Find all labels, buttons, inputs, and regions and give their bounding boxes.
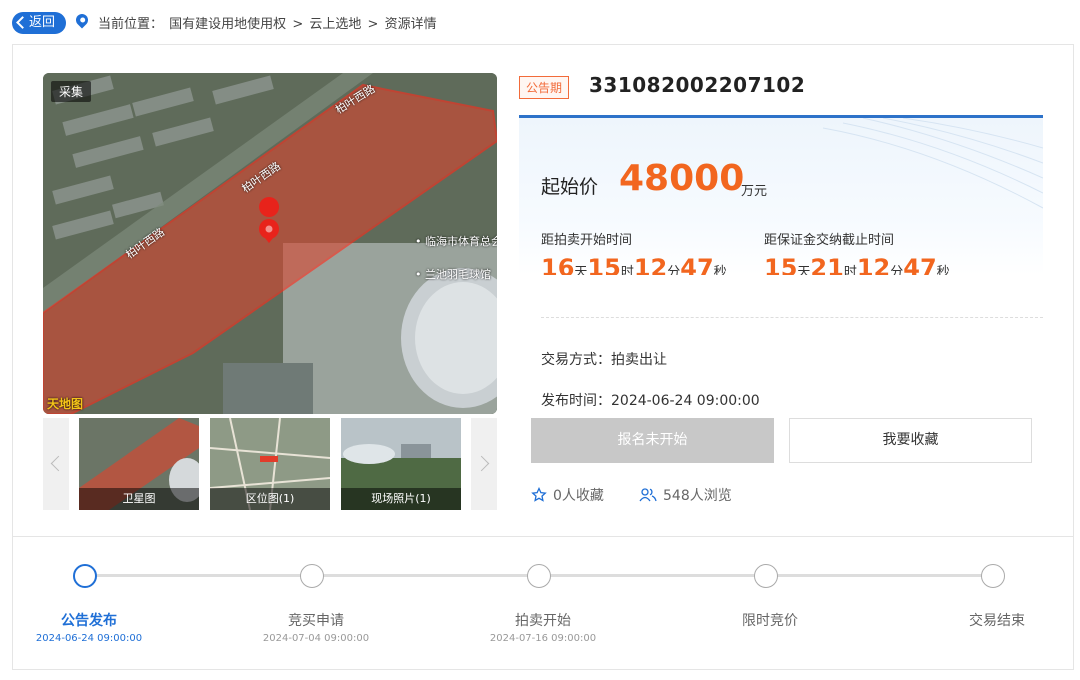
thumbnail-site-photo[interactable]: 现场照片(1) (341, 418, 461, 510)
chevron-right-icon (473, 455, 490, 472)
timeline-step-name: 拍卖开始 (515, 613, 571, 629)
auction-countdown: 16天15时12分47秒 (541, 254, 727, 275)
back-label: 返回 (28, 15, 55, 30)
breadcrumb-item-land-rights[interactable]: 国有建设用地使用权 (169, 17, 286, 32)
timeline-step-name: 限时竞价 (742, 613, 798, 629)
back-button[interactable]: 返回 (12, 12, 66, 34)
register-button[interactable]: 报名未开始 (531, 418, 774, 463)
breadcrumb-separator: > (292, 17, 304, 32)
start-price-label: 起始价 (541, 176, 599, 198)
breadcrumb-bar: 返回 当前位置： 国有建设用地使用权 > 云上选地 > 资源详情 (0, 0, 1080, 44)
timeline-step-name: 公告发布 (61, 613, 117, 629)
progress-timeline: 公告发布 2024-06-24 09:00:00 竞买申请 2024-07-04… (12, 536, 1074, 670)
location-pin-icon (73, 11, 91, 29)
breadcrumb-item-detail: 资源详情 (384, 17, 437, 32)
status-badge: 公告期 (519, 76, 570, 99)
thumbnail-prev-button[interactable] (43, 418, 69, 510)
breadcrumb-separator: > (367, 17, 379, 32)
publish-time: 发布时间：2024-06-24 09:00:00 (541, 393, 760, 409)
timeline-step-dot (981, 564, 1005, 588)
chevron-left-icon (16, 16, 29, 29)
timeline-step-name: 竞买申请 (288, 613, 344, 629)
satellite-map[interactable]: 采集 柏叶西路 柏叶西路 柏叶西路 • 临海市体育总会 • 兰池羽毛球馆 天地图 (43, 73, 497, 414)
views-count-text: 548人浏览 (663, 488, 732, 504)
favorites-count-text: 0人收藏 (553, 488, 604, 504)
timeline-step-name: 交易结束 (969, 613, 1025, 629)
breadcrumb: 当前位置： 国有建设用地使用权 > 云上选地 > 资源详情 (98, 13, 439, 32)
deposit-countdown: 15天21时12分47秒 (764, 254, 950, 275)
breadcrumb-item-cloud-site[interactable]: 云上选地 (309, 17, 361, 32)
deposit-countdown-label: 距保证金交纳截止时间 (764, 233, 895, 248)
breadcrumb-prefix: 当前位置： (98, 17, 164, 32)
map-capture-tag: 采集 (51, 81, 92, 102)
timeline-step-dot (73, 564, 97, 588)
map-poi-label: • 兰池羽毛球馆 (415, 268, 491, 281)
resource-detail-card: 采集 柏叶西路 柏叶西路 柏叶西路 • 临海市体育总会 • 兰池羽毛球馆 天地图… (12, 44, 1074, 536)
timeline-step-dot (527, 564, 551, 588)
timeline-step-date: 2024-07-04 09:00:00 (262, 633, 370, 644)
thumbnail-location[interactable]: 区位图(1) (210, 418, 330, 510)
users-icon (639, 488, 657, 502)
star-icon (531, 486, 547, 502)
lot-number: 331082002207102 (589, 73, 806, 97)
start-price-unit: 万元 (741, 184, 768, 199)
price-panel: 起始价 48000 万元 距拍卖开始时间 距保证金交纳截止时间 16天15时12… (519, 115, 1043, 275)
favorite-button[interactable]: 我要收藏 (789, 418, 1032, 463)
views-count: 548人浏览 (639, 485, 732, 505)
start-price-value: 48000 (619, 158, 745, 199)
chevron-left-icon (50, 455, 67, 472)
timeline-step-date: 2024-06-24 09:00:00 (35, 633, 143, 644)
timeline-step-dot (754, 564, 778, 588)
favorites-count: 0人收藏 (531, 485, 604, 505)
thumbnail-caption: 现场照片(1) (341, 488, 461, 510)
thumbnail-caption: 卫星图 (79, 488, 199, 510)
decorative-wave (823, 118, 1043, 209)
timeline-step-dot (300, 564, 324, 588)
divider (541, 317, 1043, 318)
thumbnail-caption: 区位图(1) (210, 488, 330, 510)
auction-countdown-label: 距拍卖开始时间 (541, 233, 633, 248)
thumbnail-next-button[interactable] (471, 418, 497, 510)
thumbnail-strip: 卫星图 区位图(1) 现场照片(1) (43, 418, 497, 510)
trade-method: 交易方式：拍卖出让 (541, 352, 667, 368)
map-poi-label: • 临海市体育总会 (415, 235, 497, 248)
tianditu-logo: 天地图 (47, 397, 84, 411)
timeline-step-date: 2024-07-16 09:00:00 (489, 633, 597, 644)
thumbnail-satellite[interactable]: 卫星图 (79, 418, 199, 510)
